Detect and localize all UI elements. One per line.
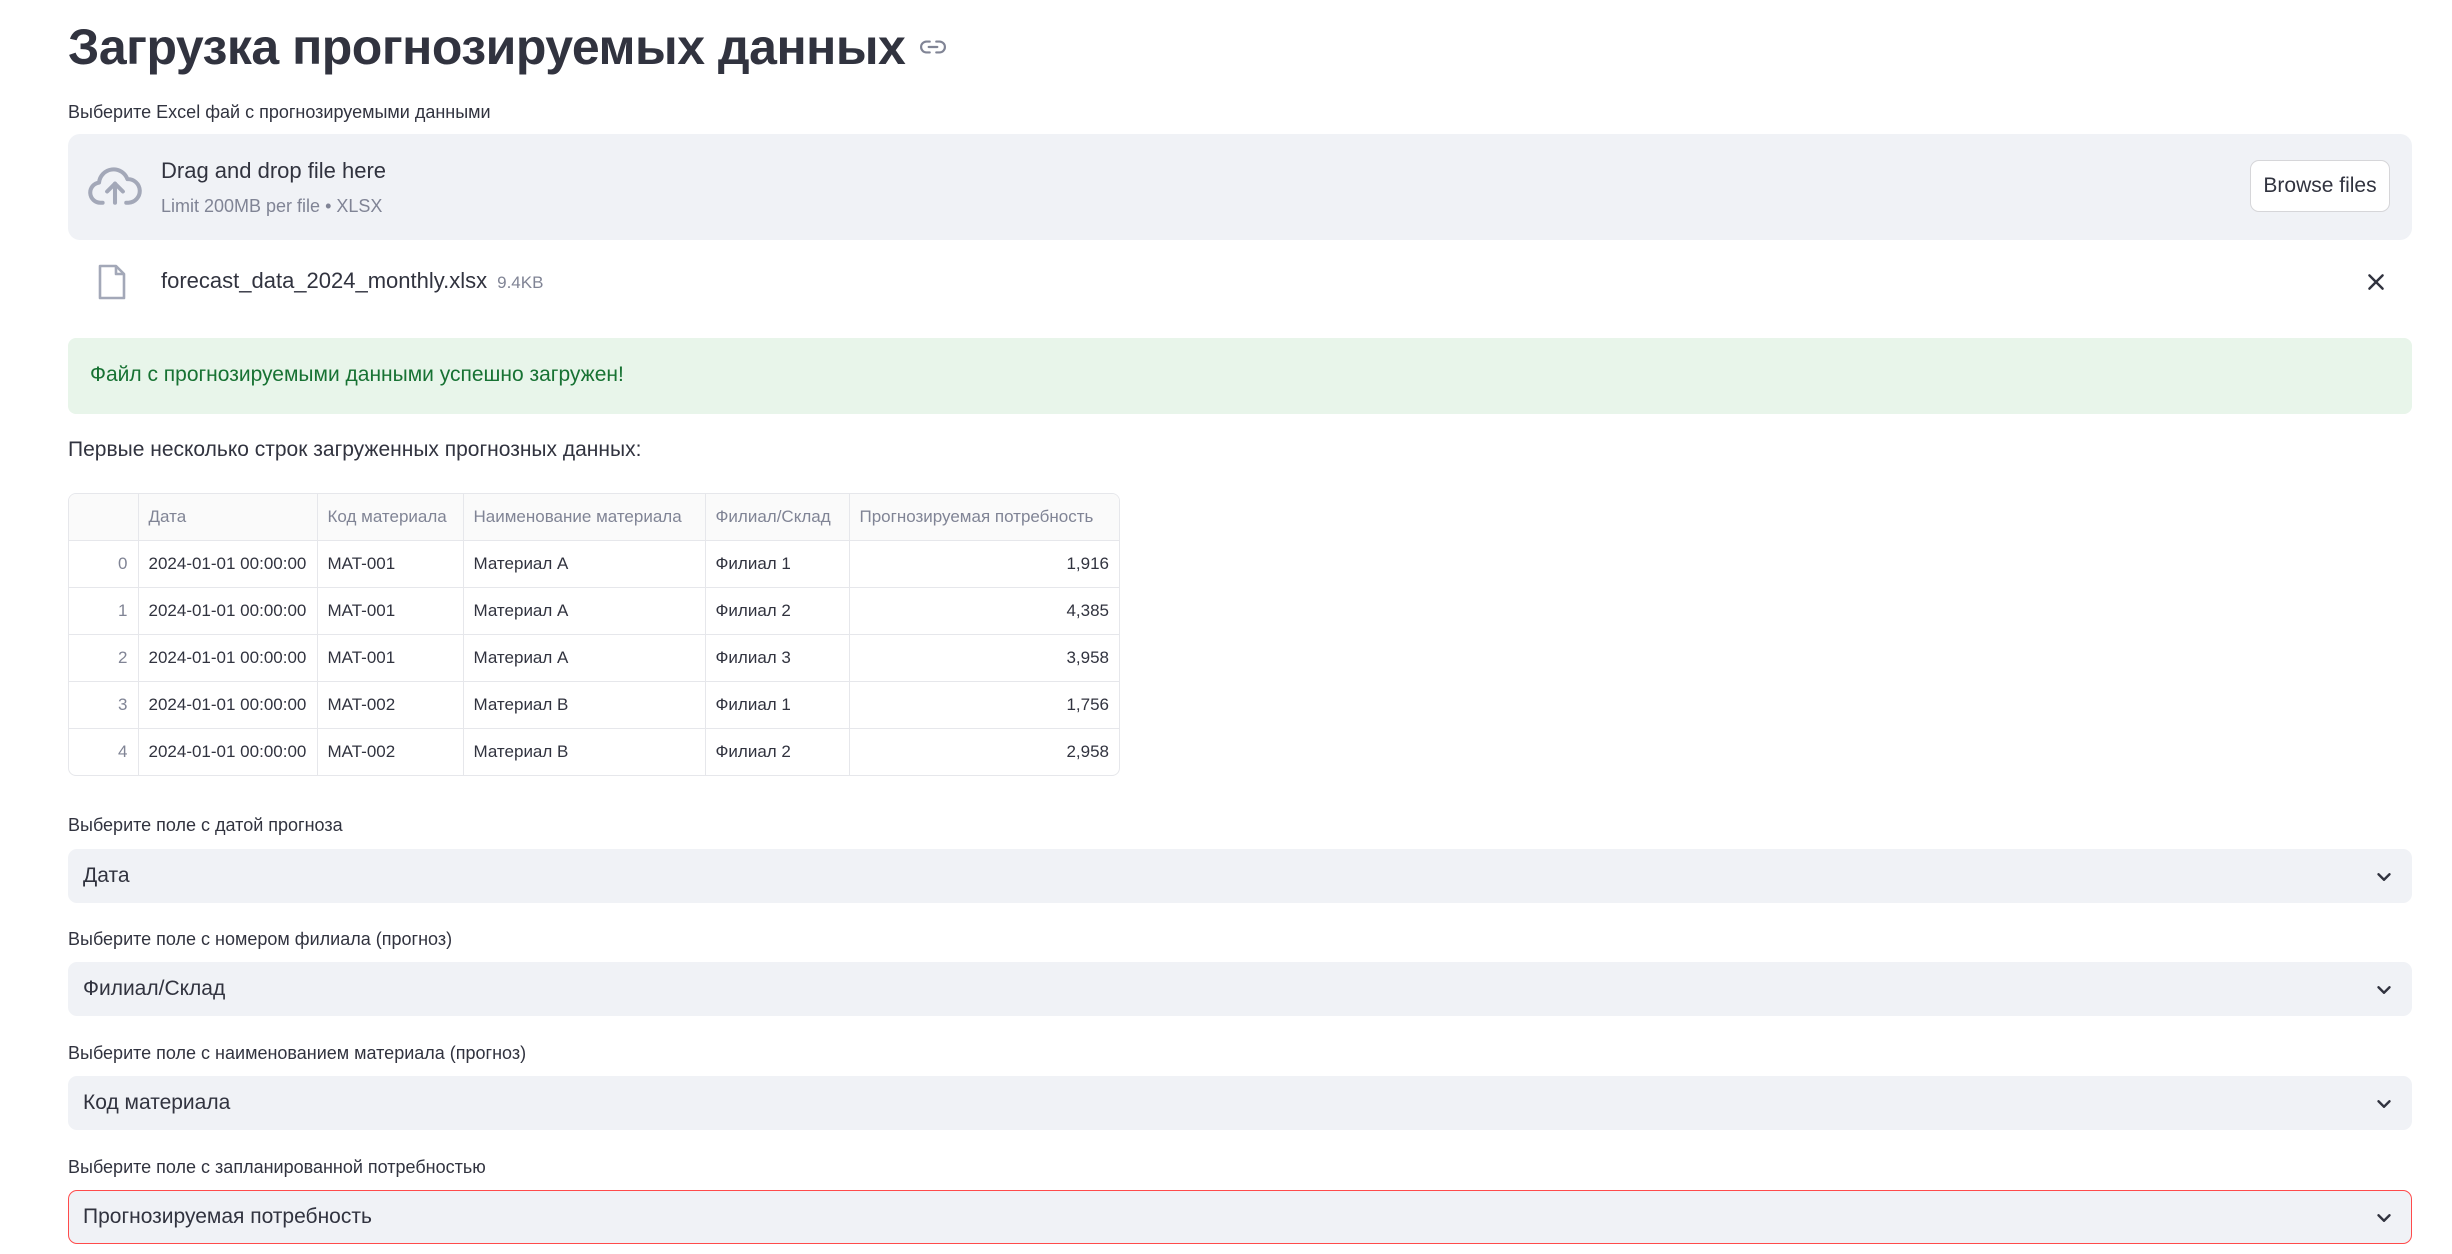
chevron-down-icon [2373,1093,2395,1115]
table-cell[interactable]: MAT-001 [317,540,464,588]
table-cell[interactable]: 2024-01-01 00:00:00 [138,728,318,775]
table-cell[interactable]: 1,916 [849,540,1119,588]
column-header[interactable]: Дата [138,494,318,541]
table-cell[interactable]: 2024-01-01 00:00:00 [138,634,318,682]
dropzone-title: Drag and drop file here [161,158,387,183]
table-row: 0 2024-01-01 00:00:00 MAT-001 Материал A… [69,540,1119,588]
column-header[interactable]: Прогнозируемая потребность [849,494,1119,541]
table-cell[interactable]: Филиал 1 [705,681,850,729]
uploader-label: Выберите Excel фай с прогнозируемыми дан… [68,102,491,122]
material-field-label: Выберите поле с наименованием материала … [68,1043,527,1063]
link-icon[interactable] [919,33,947,61]
table-cell[interactable]: Филиал 3 [705,634,850,682]
success-alert-text: Файл с прогнозируемыми данными успешно з… [90,363,624,386]
file-size: 9.4KB [497,273,544,292]
table-cell[interactable]: MAT-001 [317,634,464,682]
select-value: Дата [83,864,130,887]
branch-field-select[interactable]: Филиал/Склад [68,962,2412,1016]
file-icon [98,264,126,300]
table-row: 1 2024-01-01 00:00:00 MAT-001 Материал A… [69,587,1119,635]
table-cell[interactable]: MAT-002 [317,728,464,775]
table-cell[interactable]: 1,756 [849,681,1119,729]
material-field-select[interactable]: Код материала [68,1076,2412,1130]
file-dropzone[interactable]: Drag and drop file here Limit 200MB per … [68,134,2412,240]
close-icon[interactable] [2360,266,2392,298]
table-cell[interactable]: 2,958 [849,729,1119,776]
table-cell[interactable]: Филиал 2 [705,587,850,635]
table-cell[interactable]: Материал B [463,681,706,729]
dropzone-limit: Limit 200MB per file • XLSX [161,196,383,216]
table-cell[interactable]: MAT-002 [317,681,464,729]
column-header[interactable]: Филиал/Склад [705,494,850,541]
table-cell[interactable]: Материал B [463,728,706,775]
select-value: Код материала [83,1091,231,1114]
cloud-upload-icon [88,162,142,212]
row-index: 2 [69,634,139,682]
table-cell[interactable]: 2024-01-01 00:00:00 [138,587,318,635]
file-name: forecast_data_2024_monthly.xlsx [161,268,488,293]
table-cell[interactable]: Филиал 1 [705,540,850,588]
table-row: 2 2024-01-01 00:00:00 MAT-001 Материал A… [69,634,1119,682]
preview-caption: Первые несколько строк загруженных прогн… [68,438,642,461]
select-value: Прогнозируемая потребность [83,1205,372,1228]
success-alert: Файл с прогнозируемыми данными успешно з… [68,338,2412,414]
column-header[interactable]: Код материала [317,494,464,541]
chevron-down-icon [2373,979,2395,1001]
chevron-down-icon [2373,1207,2395,1229]
table-row: 3 2024-01-01 00:00:00 MAT-002 Материал B… [69,681,1119,729]
uploaded-file-row: forecast_data_2024_monthly.xlsx 9.4KB [68,254,2412,310]
row-index: 1 [69,587,139,635]
row-index: 4 [69,728,139,775]
table-cell[interactable]: MAT-001 [317,587,464,635]
table-header-row: Дата Код материала Наименование материал… [69,494,1119,541]
column-header[interactable] [69,494,139,541]
title-row: Загрузка прогнозируемых данных [68,12,947,82]
table-row: 4 2024-01-01 00:00:00 MAT-002 Материал B… [69,728,1119,776]
date-field-select[interactable]: Дата [68,849,2412,903]
branch-field-label: Выберите поле с номером филиала (прогноз… [68,929,453,949]
table-cell[interactable]: Материал A [463,540,706,588]
select-value: Филиал/Склад [83,977,226,1000]
file-name-wrap: forecast_data_2024_monthly.xlsx 9.4KB [161,268,543,294]
table-cell[interactable]: Материал A [463,634,706,682]
table-cell[interactable]: Материал A [463,587,706,635]
preview-table[interactable]: Дата Код материала Наименование материал… [68,493,1120,776]
browse-files-button[interactable]: Browse files [2250,160,2390,212]
page-title: Загрузка прогнозируемых данных [68,19,906,75]
demand-field-select[interactable]: Прогнозируемая потребность [68,1190,2412,1244]
table-cell[interactable]: 2024-01-01 00:00:00 [138,681,318,729]
table-cell[interactable]: Филиал 2 [705,728,850,775]
table-cell[interactable]: 3,958 [849,634,1119,682]
row-index: 0 [69,540,139,588]
chevron-down-icon [2373,866,2395,888]
demand-field-label: Выберите поле с запланированной потребно… [68,1157,486,1177]
row-index: 3 [69,681,139,729]
column-header[interactable]: Наименование материала [463,494,706,541]
date-field-label: Выберите поле с датой прогноза [68,815,343,835]
table-cell[interactable]: 4,385 [849,587,1119,635]
table-cell[interactable]: 2024-01-01 00:00:00 [138,540,318,588]
